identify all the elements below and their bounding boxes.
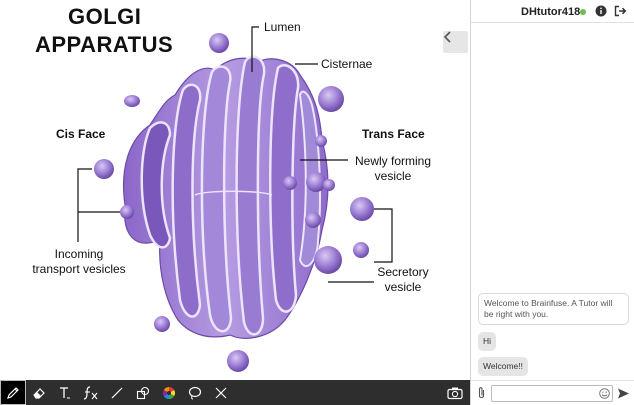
chat-message: Hi [478, 332, 497, 351]
pencil-icon [7, 386, 19, 399]
shapes-icon [136, 386, 150, 399]
camera-icon [447, 387, 463, 399]
collapse-chat-button[interactable] [443, 31, 468, 53]
online-status-indicator [580, 9, 586, 15]
paperclip-icon[interactable] [476, 386, 487, 400]
snapshot-button[interactable] [442, 380, 468, 405]
tool-pencil-button[interactable] [0, 380, 26, 405]
chat-message-input[interactable] [491, 385, 613, 402]
eraser-icon [33, 387, 45, 399]
lasso-icon [188, 386, 202, 400]
line-icon [111, 387, 123, 398]
label-newly-forming-vesicle: Newly forming vesicle [354, 154, 432, 183]
chat-header: DHtutor418 [471, 0, 634, 23]
tool-text-button[interactable] [52, 380, 78, 405]
label-cisternae: Cisternae [321, 57, 373, 71]
label-lumen: Lumen [264, 20, 301, 34]
diagram-title-line1: GOLGI [68, 4, 142, 29]
chat-footer [471, 380, 634, 405]
tool-eraser-button[interactable] [26, 380, 52, 405]
close-icon [215, 387, 227, 398]
label-trans-face: Trans Face [362, 127, 425, 141]
tutor-name: DHtutor418 [521, 6, 581, 18]
chat-panel: DHtutor418 Welcome to Brainfuse. A Tutor… [470, 0, 634, 405]
color-wheel-icon [162, 386, 176, 399]
chevron-left-icon [443, 31, 451, 43]
label-cis-face: Cis Face [56, 127, 106, 141]
tool-shapes-button[interactable] [130, 380, 156, 405]
diagram-title-line2: APPARATUS [35, 32, 174, 57]
emoji-icon[interactable] [599, 388, 610, 399]
tool-clear-button[interactable] [208, 380, 234, 405]
chat-message: Welcome!! [478, 357, 528, 376]
golgi-stack [122, 55, 329, 339]
chat-message-system: Welcome to Brainfuse. A Tutor will be ri… [478, 293, 629, 325]
send-icon[interactable] [617, 387, 630, 400]
tool-lasso-button[interactable] [182, 380, 208, 405]
tool-color-button[interactable] [156, 380, 182, 405]
text-icon [60, 386, 70, 398]
tool-line-button[interactable] [104, 380, 130, 405]
label-secretory-vesicle: Secretory vesicle [377, 265, 429, 294]
label-incoming-transport-vesicles: Incoming transport vesicles [32, 247, 126, 276]
drawing-toolbar [0, 380, 470, 405]
tool-formula-button[interactable] [78, 380, 104, 405]
exit-icon[interactable] [614, 5, 627, 17]
info-icon[interactable] [595, 5, 607, 17]
whiteboard-canvas[interactable]: GOLGI APPARATUS Lumen Cisternae Cis Face… [0, 0, 470, 380]
formula-icon [83, 385, 98, 400]
